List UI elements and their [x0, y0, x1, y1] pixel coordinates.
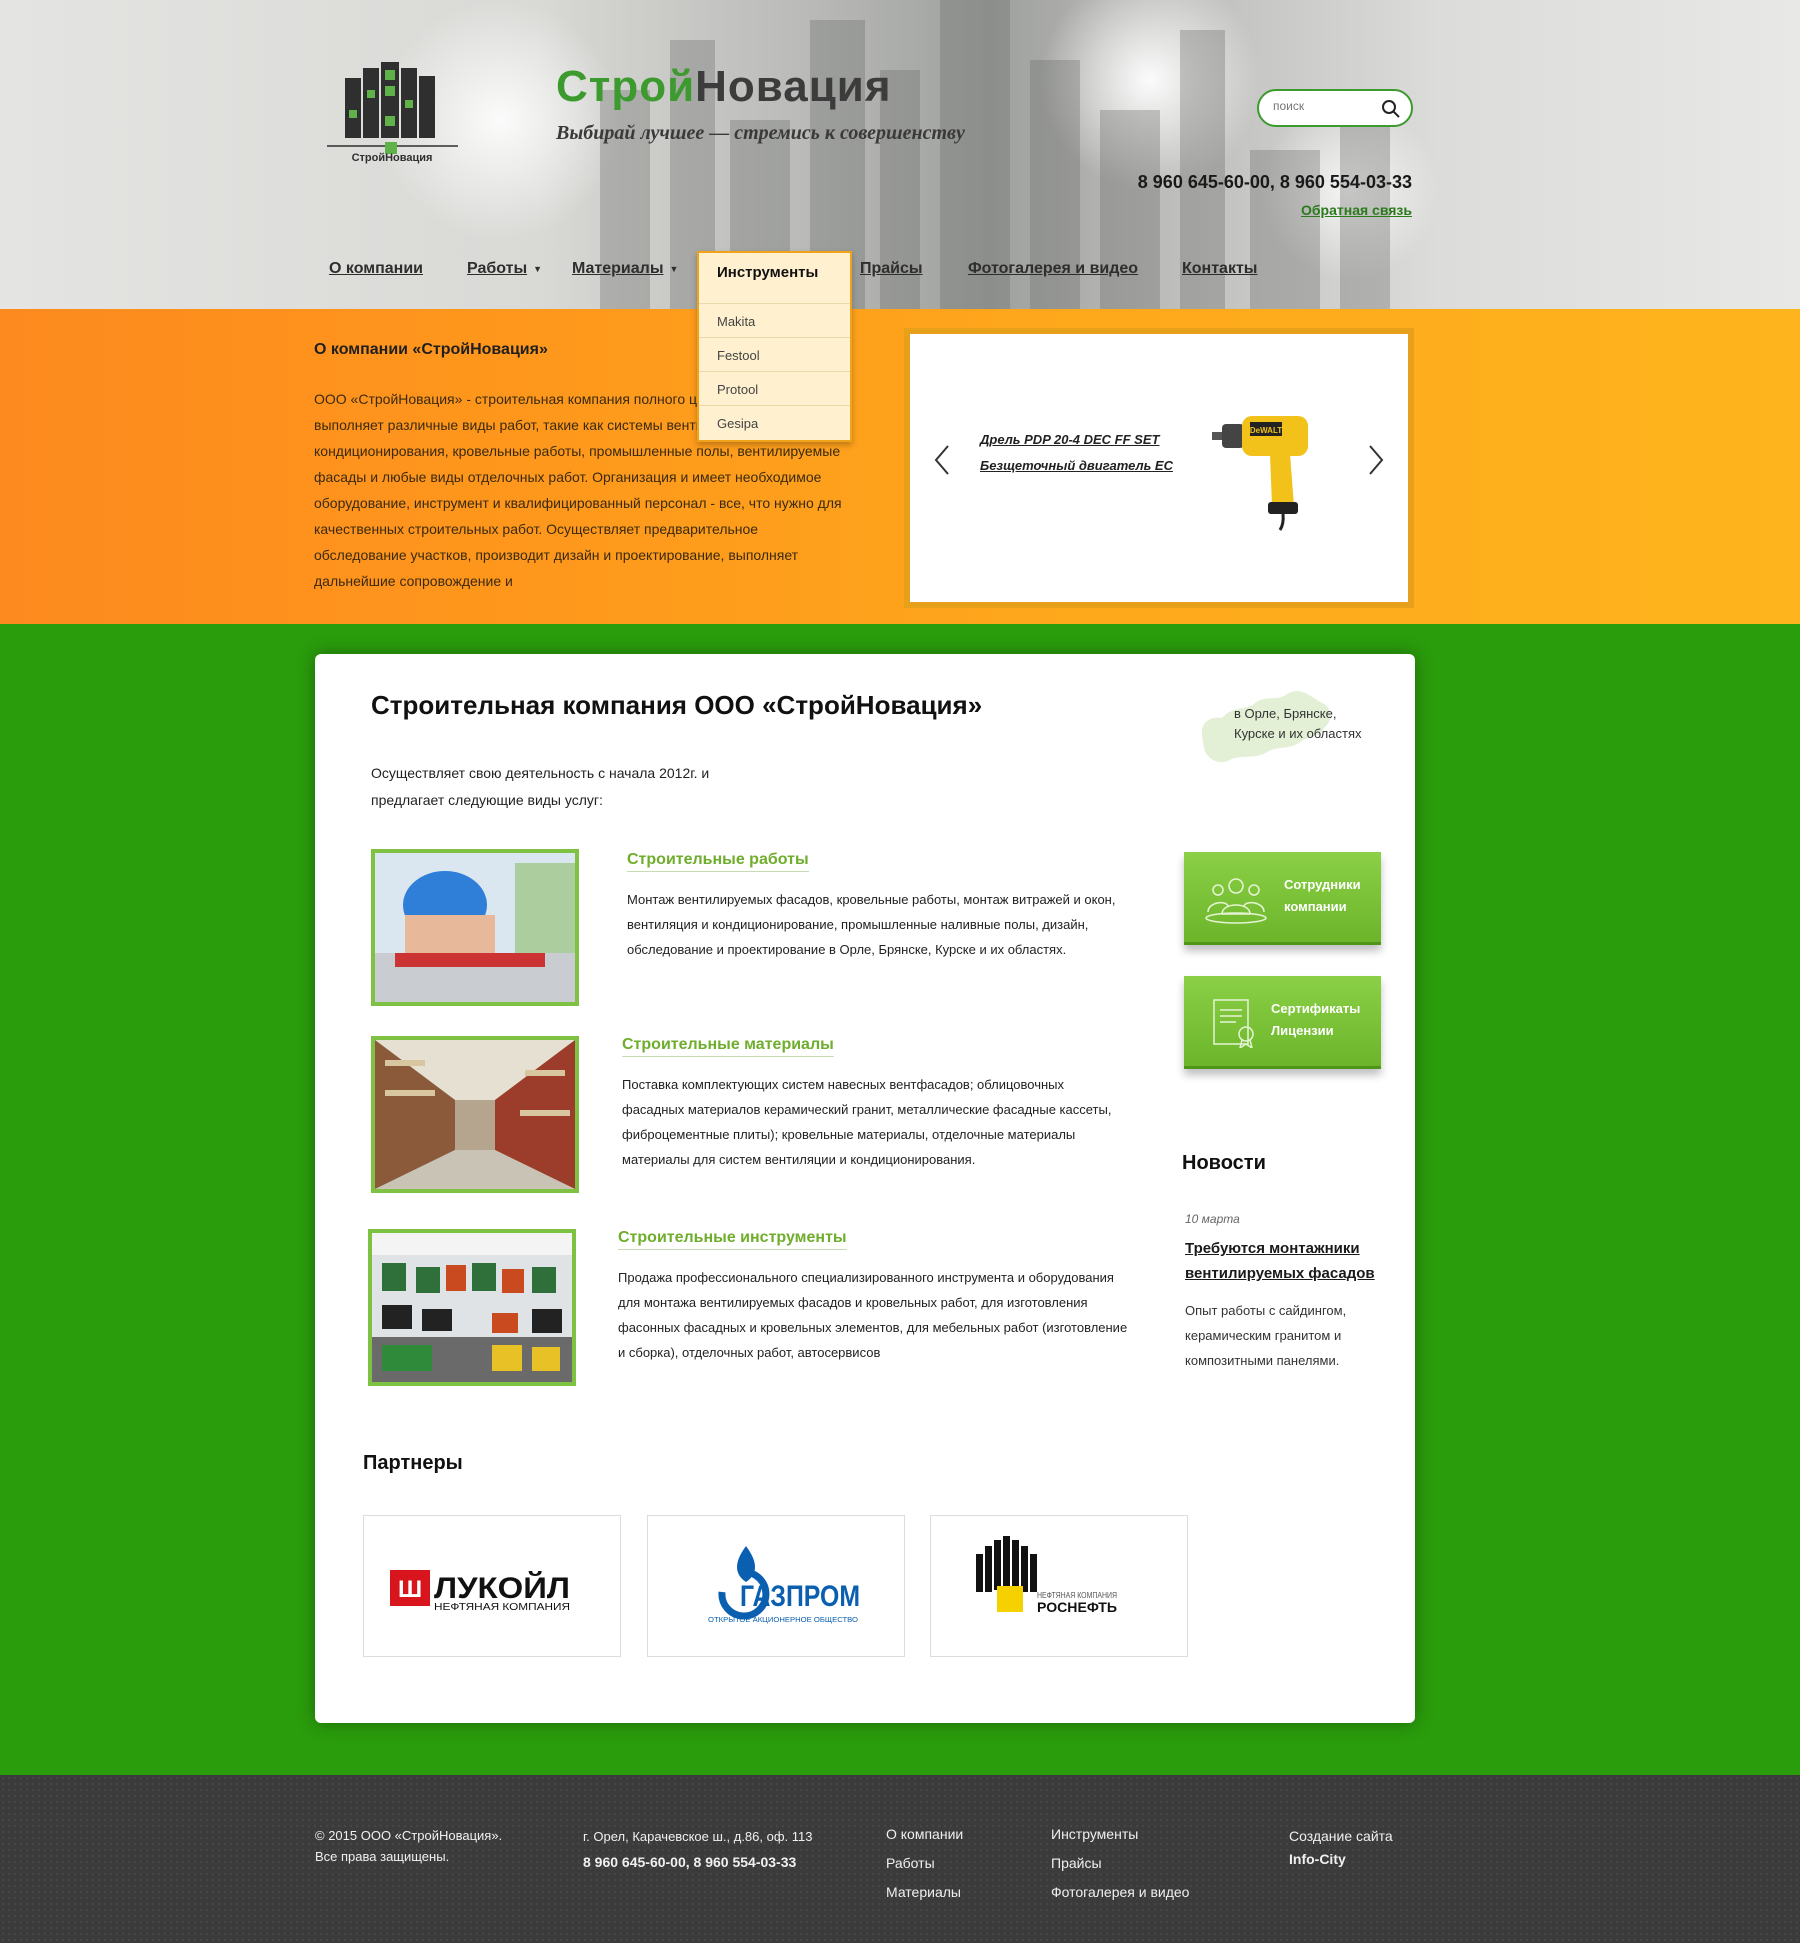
nav-item-about[interactable]: О компании: [329, 260, 423, 278]
product-slider: Дрель PDP 20-4 DEC FF SET Безщеточный дв…: [904, 328, 1414, 608]
certificates-button[interactable]: Сертификаты Лицензии: [1184, 976, 1381, 1069]
certificate-icon: [1213, 999, 1254, 1048]
employees-button-label: Сотрудники компании: [1284, 874, 1361, 918]
employees-button-line2: компании: [1284, 899, 1347, 914]
footer-copyright: © 2015 ООО «СтройНовация». Все права защ…: [315, 1825, 502, 1867]
news-body: Опыт работы с сайдингом, керамическим гр…: [1185, 1303, 1347, 1368]
service-construction-desc: Монтаж вентилируемых фасадов, кровельные…: [627, 892, 1116, 957]
main-intro-line2: предлагает следующие виды услуг:: [371, 792, 603, 808]
nav-item-materials-label: Материалы: [572, 260, 664, 277]
about-section: [0, 309, 1800, 624]
company-logo[interactable]: СтройНовация: [325, 60, 460, 165]
nav-item-contacts[interactable]: Контакты: [1182, 260, 1257, 278]
footer-address: г. Орел, Карачевское ш., д.86, оф. 113: [583, 1829, 813, 1844]
main-intro: Осуществляет свою деятельность с начала …: [371, 760, 771, 814]
slogan: Выбирай лучшее — стремись к совершенству: [556, 122, 965, 144]
brand-name-part1: Строй: [556, 62, 696, 111]
rosneft-name: РОСНЕФТЬ: [1037, 1599, 1117, 1615]
dropdown-item-festool[interactable]: Festool: [699, 337, 850, 371]
slider-next-arrow-icon[interactable]: [1364, 442, 1388, 478]
footer-copyright-line1: © 2015 ООО «СтройНовация».: [315, 1828, 503, 1843]
nav-item-prices[interactable]: Прайсы: [860, 260, 923, 278]
rosneft-logo: НЕФТЯНАЯ КОМПАНИЯ РОСНЕФТЬ: [976, 1536, 1117, 1615]
search-box[interactable]: [1257, 89, 1413, 127]
brand-name: СтройНовация: [556, 62, 892, 112]
footer-link-prices[interactable]: Прайсы: [1051, 1852, 1102, 1875]
employees-button[interactable]: Сотрудники компании: [1184, 852, 1381, 945]
service-materials-desc: Поставка комплектующих систем навесных в…: [622, 1077, 1112, 1167]
dropdown-item-gesipa[interactable]: Gesipa: [699, 405, 850, 439]
regions-line2: Курске и их областях: [1234, 726, 1362, 741]
partner-rosneft[interactable]: НЕФТЯНАЯ КОМПАНИЯ РОСНЕФТЬ: [930, 1515, 1188, 1657]
header-phones: 8 960 645-60-00, 8 960 554-03-33: [1137, 172, 1412, 192]
brand-name-part2: Новация: [695, 62, 892, 111]
footer-credit-label: Создание сайта: [1289, 1828, 1393, 1844]
footer-link-gallery[interactable]: Фотогалерея и видео: [1051, 1881, 1189, 1904]
footer-credit-link[interactable]: Info-City: [1289, 1848, 1346, 1871]
svg-text:Ш: Ш: [398, 1576, 422, 1603]
tools-dropdown-menu: Инструменты Makita Festool Protool Gesip…: [697, 251, 852, 442]
slider-prev-arrow-icon[interactable]: [930, 442, 954, 478]
lukoil-logo: Ш ЛУКОЙЛ НЕФТЯНАЯ КОМПАНИЯ: [390, 1570, 570, 1613]
service-tools-image[interactable]: [368, 1229, 576, 1386]
header: СтройНовация СтройНовация Выбирай лучшее…: [0, 0, 1800, 309]
drill-image: DeWALT: [1212, 416, 1308, 531]
certificates-button-line1: Сертификаты: [1271, 1001, 1361, 1016]
team-icon: [1205, 878, 1267, 924]
news-title: Новости: [1182, 1152, 1266, 1174]
footer-link-tools[interactable]: Инструменты: [1051, 1823, 1138, 1846]
service-materials-title[interactable]: Строительные материалы: [622, 1036, 834, 1057]
certificates-button-label: Сертификаты Лицензии: [1271, 998, 1360, 1042]
footer-copyright-line2: Все права защищены.: [315, 1849, 450, 1864]
partner-lukoil[interactable]: Ш ЛУКОЙЛ НЕФТЯНАЯ КОМПАНИЯ: [363, 1515, 621, 1657]
service-tools-desc: Продажа профессионального специализирова…: [618, 1270, 1128, 1360]
main-intro-line1: Осуществляет свою деятельность с начала …: [371, 765, 710, 781]
lukoil-name: ЛУКОЙЛ: [434, 1571, 570, 1605]
news-date: 10 марта: [1185, 1212, 1240, 1226]
search-icon[interactable]: [1381, 99, 1401, 119]
nav-item-tools[interactable]: Инструменты: [717, 264, 818, 281]
regions-line1: в Орле, Брянске,: [1234, 706, 1337, 721]
footer-link-materials[interactable]: Материалы: [886, 1881, 961, 1904]
slider-caption-title[interactable]: Дрель PDP 20-4 DEC FF SET: [980, 432, 1159, 447]
main-content-card: Строительная компания ООО «СтройНовация»…: [315, 654, 1415, 1723]
logo-text: СтройНовация: [352, 152, 433, 164]
nav-item-gallery[interactable]: Фотогалерея и видео: [968, 260, 1138, 278]
partner-gazprom[interactable]: ГАЗПРОМ ОТКРЫТОЕ АКЦИОНЕРНОЕ ОБЩЕСТВО: [647, 1515, 905, 1657]
chevron-down-icon: ▼: [669, 263, 679, 274]
lukoil-subtitle: НЕФТЯНАЯ КОМПАНИЯ: [434, 1602, 570, 1613]
service-construction-image[interactable]: [371, 849, 579, 1006]
main-title: Строительная компания ООО «СтройНовация»: [371, 690, 983, 720]
dropdown-item-protool[interactable]: Protool: [699, 371, 850, 405]
news-headline[interactable]: Требуются монтажники вентилируемых фасад…: [1185, 1236, 1395, 1286]
gazprom-name: ГАЗПРОМ: [740, 1580, 860, 1613]
callback-link[interactable]: Обратная связь: [1301, 202, 1412, 218]
warehouse-photo: [375, 1040, 575, 1189]
nav-item-materials[interactable]: Материалы ▼: [572, 260, 678, 278]
construction-worker-photo: [375, 853, 575, 1002]
gazprom-logo: ГАЗПРОМ ОТКРЫТОЕ АКЦИОНЕРНОЕ ОБЩЕСТВО: [708, 1546, 860, 1624]
employees-button-line1: Сотрудники: [1284, 877, 1361, 892]
slider-caption-subtitle[interactable]: Безщеточный двигатель EC: [980, 458, 1173, 473]
tools-shop-photo: [372, 1233, 572, 1382]
search-input[interactable]: [1273, 99, 1373, 113]
footer: © 2015 ООО «СтройНовация». Все права защ…: [0, 1775, 1800, 1943]
gazprom-subtitle: ОТКРЫТОЕ АКЦИОНЕРНОЕ ОБЩЕСТВО: [708, 1617, 859, 1624]
nav-item-works[interactable]: Работы ▼: [467, 260, 542, 278]
drill-brand-label: DeWALT: [1250, 426, 1282, 435]
service-materials-image[interactable]: [371, 1036, 579, 1193]
chevron-down-icon: ▼: [533, 263, 543, 274]
footer-link-about[interactable]: О компании: [886, 1823, 963, 1846]
certificates-button-line2: Лицензии: [1271, 1023, 1334, 1038]
regions-text: в Орле, Брянске, Курске и их областях: [1234, 704, 1361, 744]
service-construction-title[interactable]: Строительные работы: [627, 851, 809, 872]
about-title: О компании «СтройНовация»: [314, 341, 548, 358]
footer-link-works[interactable]: Работы: [886, 1852, 935, 1875]
partners-title: Партнеры: [363, 1452, 463, 1474]
dropdown-item-makita[interactable]: Makita: [699, 303, 850, 337]
footer-phones: 8 960 645-60-00, 8 960 554-03-33: [583, 1854, 797, 1870]
service-tools-title[interactable]: Строительные инструменты: [618, 1229, 847, 1250]
nav-item-works-label: Работы: [467, 260, 528, 277]
